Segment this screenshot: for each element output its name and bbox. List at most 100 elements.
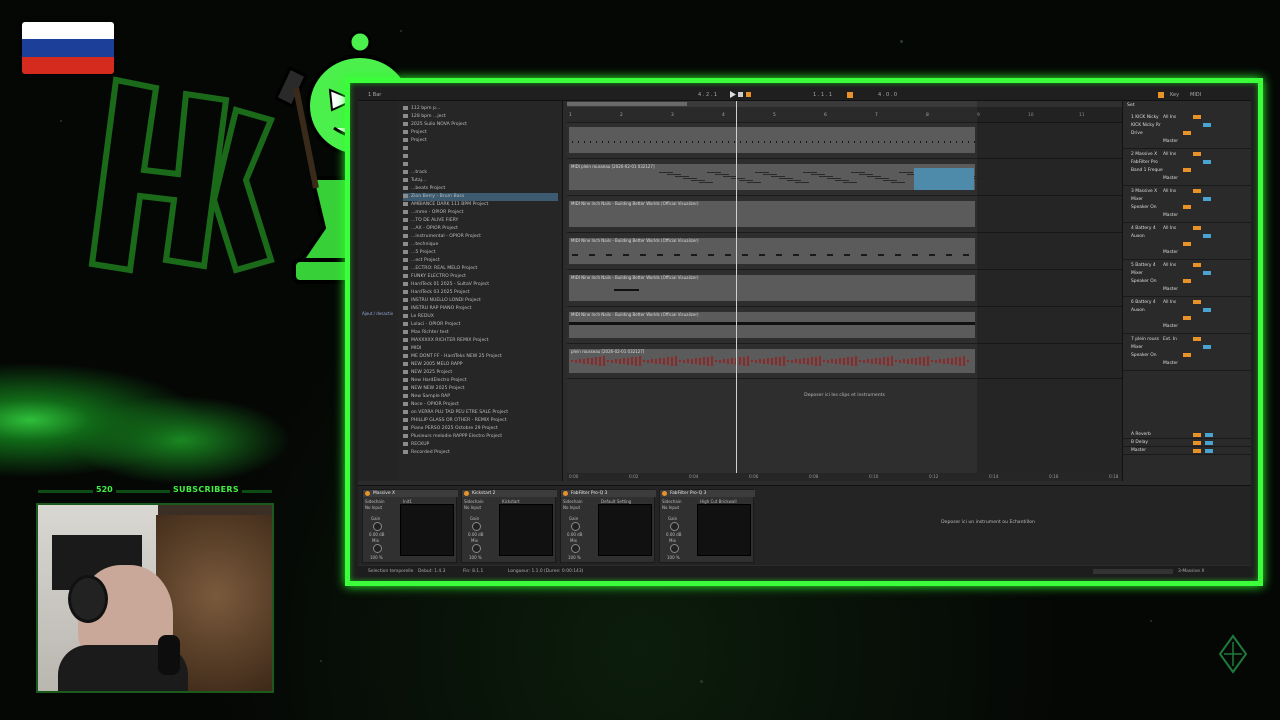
device-select[interactable]: Auxon xyxy=(1131,234,1145,239)
sidechain-input[interactable]: No Input xyxy=(563,505,580,510)
browser-item[interactable]: FUNKY ELECTRO Project xyxy=(403,273,466,281)
return-name[interactable]: Master xyxy=(1131,448,1146,453)
track-name[interactable]: 5 Battery 4 xyxy=(1131,263,1156,268)
clip[interactable]: plein rousseau [2026-02-01 032127] xyxy=(569,349,975,373)
device-title[interactable]: Massive X xyxy=(363,490,458,497)
clip[interactable]: MIDI plein rousseau [2026-02-01 032127] xyxy=(569,164,985,190)
sidechain-input[interactable]: No Input xyxy=(662,505,679,510)
track-name[interactable]: 6 Battery 4 xyxy=(1131,300,1156,305)
mix-knob[interactable] xyxy=(670,544,679,553)
browser-item[interactable]: HardTeck 01 2025 - SultaV Project xyxy=(403,281,489,289)
browser-item[interactable]: NEW NEW 2025 Project xyxy=(403,385,465,393)
solo-button[interactable] xyxy=(1203,197,1211,201)
monitor-select[interactable]: Band 1 Freque xyxy=(1131,168,1163,173)
browser-item[interactable]: 2025 Sulio NOVA Project xyxy=(403,121,467,129)
arm-button[interactable] xyxy=(1183,279,1191,283)
browser-item[interactable]: Noce - OPIOR Project xyxy=(403,401,459,409)
track-activator-button[interactable] xyxy=(1193,300,1201,304)
device[interactable]: Massive X Sidechain No Input Init1 Gain 0.00 … xyxy=(362,489,458,563)
mixer-strip[interactable]: 5 Battery 4 All Ins Mixer Speaker On Master xyxy=(1123,261,1251,297)
browser-item[interactable] xyxy=(403,161,411,169)
return-name[interactable]: A Reverb xyxy=(1131,432,1151,437)
gain-knob[interactable] xyxy=(571,522,580,531)
device-pad[interactable] xyxy=(598,504,652,556)
device-power-icon[interactable] xyxy=(563,491,568,496)
arm-button[interactable] xyxy=(1183,168,1191,172)
selected-region[interactable] xyxy=(914,168,974,190)
return-solo-button[interactable] xyxy=(1205,433,1213,437)
browser-item[interactable]: ...technique xyxy=(403,241,438,249)
input-select[interactable]: All Ins xyxy=(1163,226,1176,231)
stop-icon[interactable] xyxy=(738,92,743,97)
solo-button[interactable] xyxy=(1203,345,1211,349)
browser-item[interactable] xyxy=(403,153,411,161)
browser-item[interactable]: Max Richter test xyxy=(403,329,449,337)
arm-button[interactable] xyxy=(1183,242,1191,246)
position-display[interactable]: 4 . 2 . 1 xyxy=(698,91,717,99)
device-pad[interactable] xyxy=(697,504,751,556)
track-name[interactable]: 3 Massive X xyxy=(1131,189,1157,194)
browser-item[interactable]: 112 bpm p... xyxy=(403,105,440,113)
browser-item[interactable]: Zion Berry - Brum Bass xyxy=(403,193,558,201)
browser-item[interactable]: AMBIANCE DARK 111 BPM Project xyxy=(403,201,488,209)
input-select[interactable]: All Ins xyxy=(1163,300,1176,305)
return-solo-button[interactable] xyxy=(1205,449,1213,453)
status-scroll[interactable] xyxy=(1093,569,1173,574)
browser-item[interactable]: Recorded Project xyxy=(403,449,450,457)
clip[interactable]: MIDI Nine Inch Nails - Building Better W… xyxy=(569,312,975,338)
device-title[interactable]: FabFilter Pro-Q 3 xyxy=(660,490,755,497)
monitor-select[interactable]: Speaker On xyxy=(1131,353,1157,358)
arm-button[interactable] xyxy=(1183,205,1191,209)
mix-knob[interactable] xyxy=(373,544,382,553)
loop-length-display[interactable]: 4 . 0 . 0 xyxy=(878,91,897,99)
return-solo-button[interactable] xyxy=(1205,441,1213,445)
output-select[interactable]: Master xyxy=(1163,324,1178,329)
device-select[interactable]: Auxon xyxy=(1131,308,1145,313)
browser-item[interactable]: ...ECTRO: REAL MELO Project xyxy=(403,265,477,273)
output-select[interactable]: Master xyxy=(1163,139,1178,144)
return-activator-button[interactable] xyxy=(1193,449,1201,453)
gain-knob[interactable] xyxy=(373,522,382,531)
track-activator-button[interactable] xyxy=(1193,189,1201,193)
solo-button[interactable] xyxy=(1203,271,1211,275)
output-select[interactable]: Master xyxy=(1163,287,1178,292)
track-activator-button[interactable] xyxy=(1193,263,1201,267)
playhead[interactable] xyxy=(736,101,737,481)
solo-button[interactable] xyxy=(1203,123,1211,127)
mix-knob[interactable] xyxy=(472,544,481,553)
output-select[interactable]: Master xyxy=(1163,361,1178,366)
browser-item[interactable]: Tutaj... xyxy=(403,177,426,185)
mixer-strip[interactable]: 3 Massive X All Ins Mixer Speaker On Master xyxy=(1123,187,1251,223)
input-select[interactable]: All Ins xyxy=(1163,189,1176,194)
track-name[interactable]: 4 Battery 4 xyxy=(1131,226,1156,231)
monitor-select[interactable]: Speaker On xyxy=(1131,205,1157,210)
browser-item[interactable] xyxy=(403,145,411,153)
mixer-strip[interactable]: 4 Battery 4 All Ins Auxon Master xyxy=(1123,224,1251,260)
clip[interactable] xyxy=(569,127,975,153)
device-power-icon[interactable] xyxy=(464,491,469,496)
browser-item[interactable]: INSTRU RAP PIANO Project xyxy=(403,305,471,313)
device-title[interactable]: Kickstart 2 xyxy=(462,490,557,497)
key-map-button[interactable]: Key xyxy=(1170,91,1179,99)
device-select[interactable]: Mixer xyxy=(1131,197,1143,202)
browser-item[interactable]: on VERRA PLU TAD PEU ETRE SALE Project xyxy=(403,409,508,417)
output-select[interactable]: Master xyxy=(1163,176,1178,181)
device-power-icon[interactable] xyxy=(662,491,667,496)
input-select[interactable]: All Ins xyxy=(1163,152,1176,157)
sidechain-input[interactable]: No Input xyxy=(365,505,382,510)
loop-start-display[interactable]: 1 . 1 . 1 xyxy=(813,91,832,99)
browser-item[interactable]: Piano PERSO 2025 Octobre 29 Project xyxy=(403,425,498,433)
browser-item[interactable]: New HardElectro Project xyxy=(403,377,467,385)
solo-button[interactable] xyxy=(1203,234,1211,238)
track-name[interactable]: 7 plein rouss xyxy=(1131,337,1159,342)
clip[interactable]: MIDI Nine Inch Nails - Building Better W… xyxy=(569,275,975,301)
mix-knob[interactable] xyxy=(571,544,580,553)
arm-button[interactable] xyxy=(1183,131,1191,135)
record-icon[interactable] xyxy=(746,92,751,97)
arm-button[interactable] xyxy=(1183,316,1191,320)
monitor-select[interactable]: Speaker On xyxy=(1131,279,1157,284)
device[interactable]: FabFilter Pro-Q 3 Sidechain No Input High C… xyxy=(659,489,755,563)
return-strip[interactable]: B Delay xyxy=(1123,439,1251,447)
input-select[interactable]: Ext. In xyxy=(1163,337,1177,342)
browser-item[interactable]: ...ect Project xyxy=(403,257,440,265)
